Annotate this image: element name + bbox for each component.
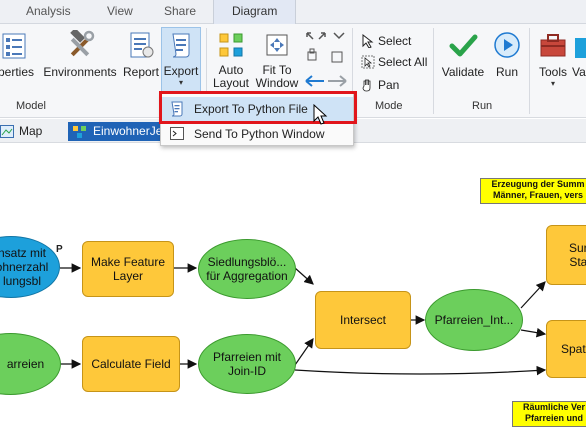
spatial-join-label: Spat (561, 342, 586, 356)
intersect-label: Intersect (339, 313, 387, 327)
summary-statistics-label: Sur Sta (569, 241, 586, 269)
validate-label: Validate (441, 65, 485, 79)
auto-layout-label: Auto Layout (212, 63, 250, 90)
annotation-note-top-text: Erzeugung der Summ Männer, Frauen, vers (491, 179, 585, 200)
run-button[interactable]: Run (488, 28, 526, 94)
ribbon-tab-strip: Analysis View Share Diagram (0, 0, 586, 25)
tab-view[interactable]: View (107, 4, 133, 18)
select-all-label: Select All (378, 55, 428, 69)
checkmark-icon (449, 34, 478, 57)
fit-to-window-icon (266, 34, 288, 56)
run-label: Run (495, 65, 518, 79)
tools-wrench-hammer-icon (70, 30, 95, 57)
spatial-join-node[interactable]: Spat (546, 320, 586, 378)
parameter-marker: P (56, 244, 63, 255)
pan-hand-icon (362, 79, 371, 92)
toolbox-icon (540, 34, 566, 57)
tools-button[interactable]: Tools ▾ (534, 28, 572, 94)
chevron-down-icon: ▾ (550, 79, 555, 88)
export-scroll-icon (172, 33, 190, 58)
tab-share[interactable]: Share (164, 4, 196, 18)
tab-diagram[interactable]: Diagram (213, 0, 297, 25)
report-button[interactable]: Report (121, 28, 161, 94)
auto-layout-icon (219, 33, 243, 57)
view-tab-model-label: EinwohnerJe (93, 124, 163, 138)
group-label-model: Model (16, 100, 46, 112)
select-label: Select (378, 34, 412, 48)
environments-label: Environments (43, 65, 117, 79)
select-button[interactable]: Select (361, 32, 421, 50)
map-icon (0, 125, 14, 138)
model-diagram-canvas[interactable]: Erzeugung der Summ Männer, Frauen, vers … (0, 144, 586, 442)
calculate-field-node[interactable]: Calculate Field (82, 336, 180, 392)
report-icon (130, 32, 154, 58)
group-label-mode: Mode (375, 100, 403, 112)
validate-button[interactable]: Validate (440, 28, 486, 94)
zoom-controls-icon[interactable] (304, 30, 348, 70)
variable-label: Va (572, 65, 586, 79)
auto-layout-button[interactable]: Auto Layout (210, 28, 252, 94)
siedlungsbloecke-node[interactable]: Siedlungsblö... für Aggregation (198, 239, 296, 299)
properties-label: perties (0, 65, 35, 79)
select-all-button[interactable]: Select All (361, 53, 431, 71)
arcgis-pro-window: Analysis View Share Diagram perties Envi… (0, 0, 586, 442)
view-tab-map-label: Map (19, 124, 43, 138)
make-feature-layer-node[interactable]: Make Feature Layer (82, 241, 174, 297)
variable-button-partial[interactable]: Va (572, 28, 586, 94)
export-button[interactable]: Export ▾ (161, 27, 201, 93)
annotation-note-bottom: Räumliche Ver Pfarreien und (512, 401, 586, 427)
summary-statistics-node[interactable]: Sur Sta (546, 225, 586, 285)
annotation-note-bottom-text: Räumliche Ver Pfarreien und (522, 402, 586, 423)
fit-to-window-label: Fit To Window (255, 63, 299, 90)
pfarreien-input-label: arreien (6, 357, 45, 371)
make-feature-layer-label: Make Feature Layer (90, 255, 166, 283)
python-window-icon (170, 127, 184, 140)
ribbon-separator (529, 28, 530, 114)
pfarreien-join-label: Pfarreien mit Join-ID (212, 350, 282, 378)
play-icon (494, 32, 520, 58)
siedlungsbloecke-label: Siedlungsblö... für Aggregation (206, 255, 288, 283)
variable-icon (575, 38, 586, 58)
intersect-node[interactable]: Intersect (315, 291, 411, 349)
fit-to-window-button[interactable]: Fit To Window (253, 28, 301, 94)
select-arrow-icon (362, 34, 374, 48)
properties-icon (2, 33, 26, 59)
pan-button[interactable]: Pan (361, 76, 411, 94)
environments-button[interactable]: Environments (41, 28, 119, 94)
view-tab-map[interactable]: Map (0, 122, 60, 141)
select-all-icon (361, 55, 375, 69)
pfarreien-join-node[interactable]: Pfarreien mit Join-ID (198, 334, 296, 394)
tools-label: Tools (538, 65, 567, 79)
input-dataset-label: nsatz mit ohnerzahl lungsbl (0, 246, 49, 288)
annotation-note-top: Erzeugung der Summ Männer, Frauen, vers (480, 178, 586, 204)
back-forward-arrows-icon[interactable] (304, 73, 348, 89)
pan-label: Pan (378, 78, 400, 92)
export-label: Export (163, 64, 199, 78)
view-tab-model[interactable]: EinwohnerJe (68, 122, 163, 141)
chevron-down-icon: ▾ (178, 78, 183, 87)
group-label-run: Run (472, 100, 493, 112)
tab-analysis[interactable]: Analysis (26, 4, 71, 18)
model-icon (73, 126, 86, 138)
calculate-field-label: Calculate Field (91, 357, 171, 371)
mouse-cursor-icon (313, 104, 328, 125)
ribbon-separator (433, 28, 434, 114)
report-label: Report (122, 65, 160, 79)
menu-item-send-label: Send To Python Window (194, 127, 325, 141)
properties-button[interactable]: perties (0, 28, 38, 94)
pfarreien-int-node[interactable]: Pfarreien_Int... (425, 289, 523, 351)
pfarreien-int-label: Pfarreien_Int... (434, 313, 514, 327)
